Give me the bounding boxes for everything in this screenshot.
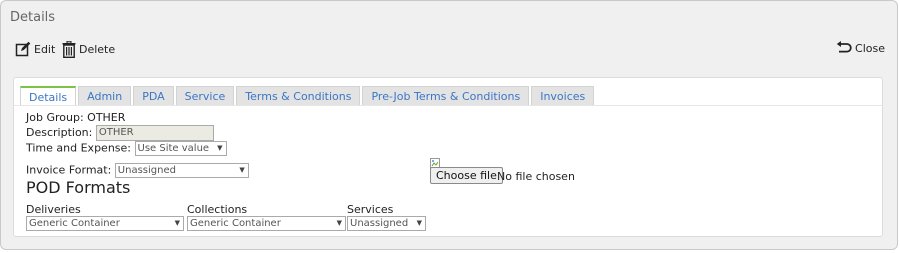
- job-group-value: OTHER: [87, 111, 126, 124]
- job-group-label: Job Group:: [26, 111, 84, 124]
- edit-label: Edit: [34, 42, 56, 56]
- delete-button[interactable]: Delete: [62, 41, 115, 58]
- edit-icon: [15, 41, 31, 57]
- invoice-format-row: Invoice Format: Unassigned ▼: [26, 163, 249, 178]
- choose-file-button[interactable]: Choose file: [430, 167, 503, 184]
- collections-label: Collections: [187, 203, 248, 216]
- services-value: Unassigned: [350, 218, 409, 229]
- time-expense-row: Time and Expense: Use Site value ▼: [26, 141, 227, 156]
- select-arrow-icon: ▼: [217, 144, 223, 152]
- edit-button[interactable]: Edit: [15, 41, 55, 57]
- tab-invoices[interactable]: Invoices: [531, 86, 595, 105]
- time-expense-select[interactable]: Use Site value ▼: [134, 141, 227, 156]
- close-button[interactable]: Close: [836, 41, 885, 55]
- services-label: Services: [347, 203, 394, 216]
- description-label: Description:: [26, 126, 93, 139]
- collections-select[interactable]: Generic Container ▼: [187, 216, 346, 231]
- trash-icon: [62, 41, 76, 58]
- tab-bar: Details Admin PDA Service Terms & Condit…: [20, 86, 596, 106]
- tab-divider: [14, 105, 882, 106]
- description-field[interactable]: OTHER: [95, 125, 214, 141]
- tab-terms-conditions[interactable]: Terms & Conditions: [236, 86, 361, 105]
- details-content: Details Admin PDA Service Terms & Condit…: [13, 77, 883, 237]
- tab-admin[interactable]: Admin: [78, 86, 132, 105]
- deliveries-label: Deliveries: [26, 203, 81, 216]
- invoice-format-value: Unassigned: [117, 165, 176, 176]
- tab-service[interactable]: Service: [175, 86, 235, 105]
- delete-label: Delete: [79, 43, 116, 56]
- details-panel: Details Edit Delete Close Details Admin …: [0, 0, 898, 250]
- close-label: Close: [855, 41, 885, 55]
- deliveries-value: Generic Container: [29, 218, 120, 229]
- broken-image-icon: [430, 154, 440, 169]
- select-arrow-icon: ▼: [416, 219, 422, 227]
- tab-pre-job-terms-conditions[interactable]: Pre-Job Terms & Conditions: [362, 86, 530, 105]
- description-row: Description: OTHER: [26, 125, 214, 141]
- time-expense-label: Time and Expense:: [26, 141, 131, 155]
- tab-details[interactable]: Details: [20, 86, 77, 106]
- panel-title: Details: [10, 10, 56, 25]
- select-arrow-icon: ▼: [174, 219, 180, 227]
- job-group-row: Job Group: OTHER: [26, 111, 125, 124]
- select-arrow-icon: ▼: [336, 219, 342, 227]
- tab-pda[interactable]: PDA: [133, 86, 174, 105]
- undo-arrow-icon: [836, 41, 852, 55]
- deliveries-select[interactable]: Generic Container ▼: [26, 216, 184, 231]
- services-select[interactable]: Unassigned ▼: [347, 216, 426, 231]
- toolbar: Edit Delete Close: [15, 41, 885, 61]
- collections-value: Generic Container: [190, 218, 281, 229]
- pod-formats-heading: POD Formats: [26, 178, 131, 197]
- invoice-format-label: Invoice Format:: [26, 163, 112, 177]
- time-expense-value: Use Site value: [137, 143, 210, 154]
- file-status-text: No file chosen: [497, 170, 575, 183]
- invoice-format-select[interactable]: Unassigned ▼: [114, 163, 249, 178]
- select-arrow-icon: ▼: [239, 166, 245, 174]
